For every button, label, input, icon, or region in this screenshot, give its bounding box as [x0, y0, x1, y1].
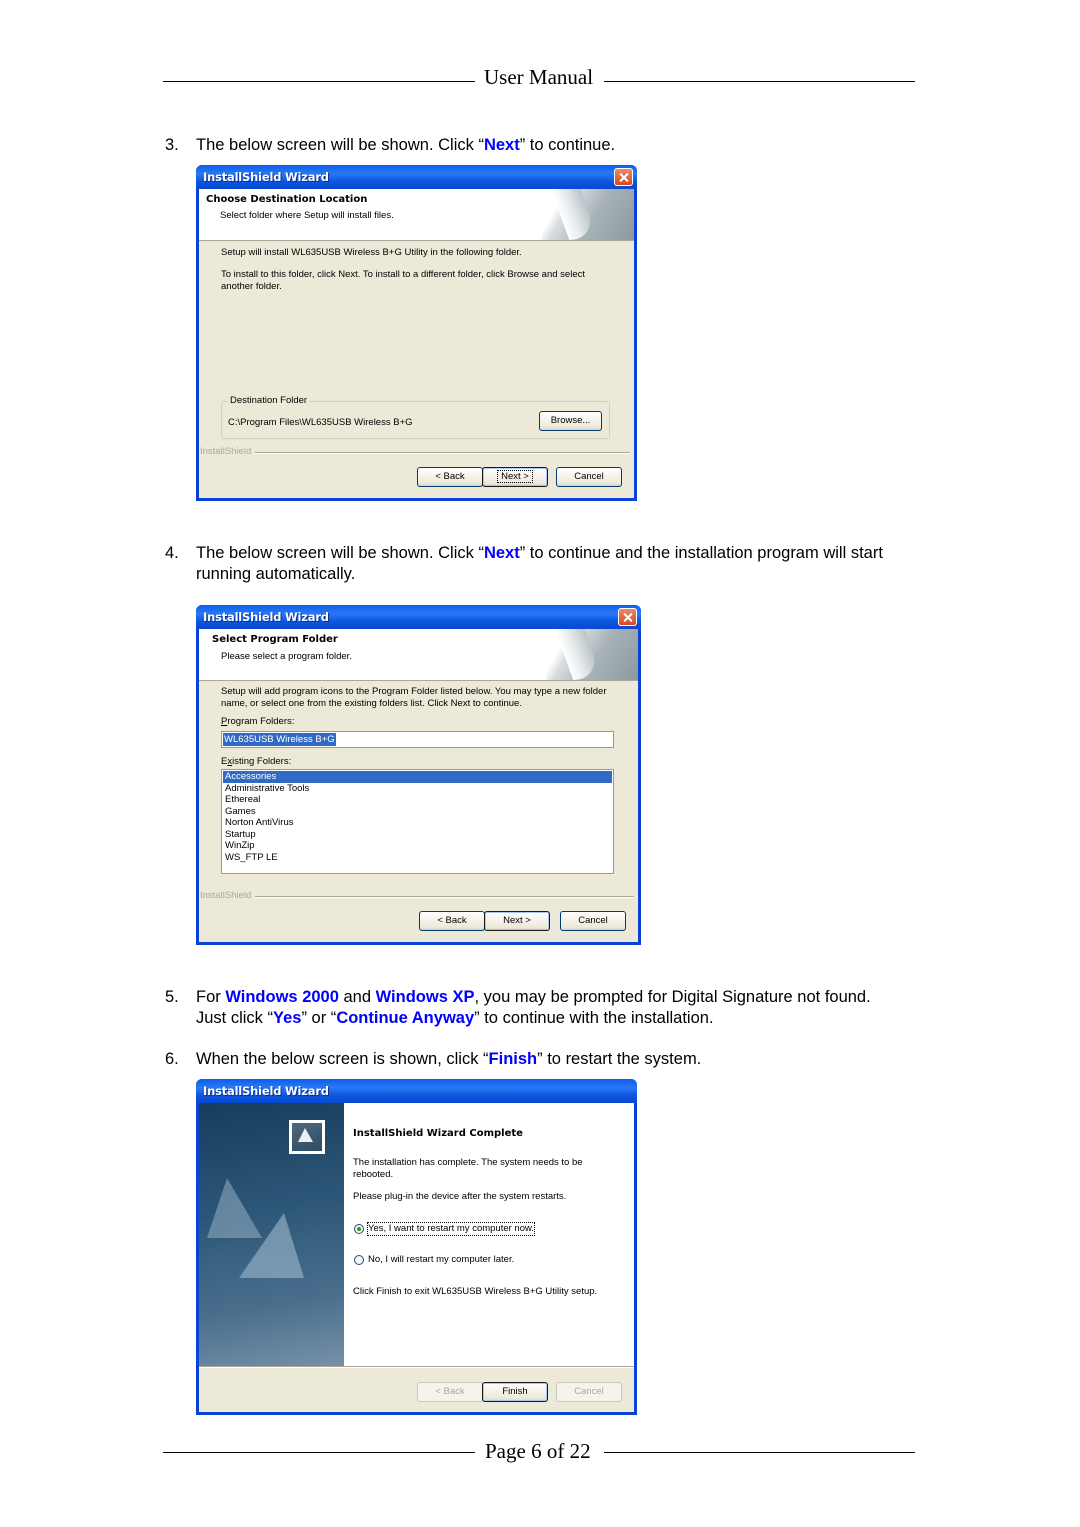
highlighted-term: Finish	[488, 1050, 538, 1068]
folder-list-item[interactable]: Norton AntiVirus	[223, 817, 612, 829]
dialog-client: Choose Destination Location Select folde…	[199, 189, 634, 498]
step-text: For Windows 2000 and Windows XP, you may…	[196, 987, 896, 1029]
step-text-segment: ” to continue.	[519, 136, 616, 154]
step-text-segment: ” or “	[301, 1009, 337, 1027]
footer-rule-left	[163, 1452, 475, 1453]
step-text: When the below screen is shown, click “F…	[196, 1049, 896, 1070]
existing-folders-list[interactable]: Accessories Administrative Tools Ethereal G…	[221, 769, 614, 874]
dialog-client: InstallShield Wizard Complete The instal…	[199, 1103, 634, 1412]
close-icon[interactable]	[618, 608, 637, 626]
step-text-segment: The below screen will be shown. Click “	[196, 544, 484, 562]
cancel-button[interactable]: Cancel	[560, 911, 626, 931]
header-subtitle: Please select a program folder.	[221, 651, 352, 662]
dialog-client: Select Program Folder Please select a pr…	[199, 629, 638, 942]
title-bar[interactable]: InstallShield Wizard	[196, 165, 637, 189]
step-text-segment: The below screen will be shown. Click “	[196, 136, 484, 154]
restart-now-radio[interactable]	[354, 1224, 364, 1234]
back-button[interactable]: < Back	[417, 467, 483, 487]
cancel-button[interactable]: Cancel	[556, 1382, 622, 1402]
program-folders-label: Program Folders:	[221, 716, 295, 727]
step-text-segment: and	[338, 988, 376, 1006]
complete-text: The installation has complete. The syste…	[353, 1157, 583, 1180]
folder-list-item[interactable]: WinZip	[223, 840, 612, 852]
step-number: 3.	[165, 136, 179, 154]
title-bar[interactable]: InstallShield Wizard	[196, 1079, 637, 1103]
program-folder-value: WL635USB Wireless B+G	[223, 733, 336, 746]
folder-list-item[interactable]: Administrative Tools	[223, 783, 612, 795]
window-title: InstallShield Wizard	[203, 1084, 329, 1098]
header-rule-right	[604, 81, 915, 82]
separator	[255, 452, 630, 454]
finish-button[interactable]: Finish	[482, 1382, 548, 1402]
folder-list-item[interactable]: Ethereal	[223, 794, 612, 806]
step-text-segment: For	[196, 988, 226, 1006]
highlighted-term: Windows 2000	[225, 988, 339, 1006]
finish-instruction-text: Click Finish to exit WL635USB Wireless B…	[353, 1286, 598, 1297]
installshield-dialog-program-folder: InstallShield Wizard Select Program Fold…	[196, 605, 641, 945]
folder-list-item[interactable]: Games	[223, 806, 612, 818]
back-button[interactable]: < Back	[417, 1382, 483, 1402]
next-button[interactable]: Next >	[484, 911, 550, 931]
page-header-title: User Manual	[484, 65, 594, 89]
window-title: InstallShield Wizard	[203, 170, 329, 184]
highlighted-term: Next	[483, 136, 520, 154]
cancel-button[interactable]: Cancel	[556, 467, 622, 487]
complete-content: InstallShield Wizard Complete The instal…	[344, 1103, 634, 1366]
restart-later-label[interactable]: No, I will restart my computer later.	[368, 1254, 514, 1266]
sail-graphic	[239, 1213, 304, 1278]
step-text: The below screen will be shown. Click “N…	[196, 135, 896, 156]
dialog-header: Select Program Folder Please select a pr…	[199, 629, 638, 681]
separator	[255, 896, 634, 898]
back-button[interactable]: < Back	[419, 911, 485, 931]
step-number: 5.	[165, 988, 179, 1006]
install-info-text: Setup will install WL635USB Wireless B+G…	[221, 247, 522, 258]
footer-rule-right	[604, 1452, 915, 1453]
program-folder-description: Setup will add program icons to the Prog…	[221, 686, 607, 709]
header-subtitle: Select folder where Setup will install f…	[220, 210, 394, 221]
destination-folder-group: Destination Folder C:\Program Files\WL63…	[221, 395, 610, 439]
plugin-text: Please plug-in the device after the syst…	[353, 1191, 567, 1202]
complete-heading: InstallShield Wizard Complete	[353, 1128, 523, 1139]
install-instructions-text: To install to this folder, click Next. T…	[221, 269, 585, 292]
group-label: Destination Folder	[228, 395, 310, 406]
folder-list-item[interactable]: Startup	[223, 829, 612, 841]
destination-path: C:\Program Files\WL635USB Wireless B+G	[228, 417, 413, 428]
restart-later-radio[interactable]	[354, 1255, 364, 1265]
dialog-header: Choose Destination Location Select folde…	[199, 189, 634, 241]
page-curl-graphic	[542, 189, 634, 240]
installshield-logo-icon	[289, 1120, 325, 1154]
wizard-side-graphic	[199, 1103, 344, 1366]
arc-graphic	[199, 1278, 344, 1366]
highlighted-term: Yes	[273, 1009, 302, 1027]
title-bar[interactable]: InstallShield Wizard	[196, 605, 641, 629]
existing-folders-label: Existing Folders:	[221, 756, 292, 767]
close-icon[interactable]	[614, 168, 633, 186]
page-curl-graphic	[546, 629, 638, 680]
browse-button[interactable]: Browse...	[539, 411, 602, 431]
installshield-brand: InstallShield	[200, 890, 252, 901]
installshield-brand: InstallShield	[200, 446, 252, 457]
highlighted-term: Windows XP	[375, 988, 475, 1006]
step-text-segment: ” to continue with the installation.	[474, 1009, 714, 1027]
step-number: 4.	[165, 544, 179, 562]
highlighted-term: Next	[483, 544, 520, 562]
window-title: InstallShield Wizard	[203, 610, 329, 624]
separator	[199, 1366, 634, 1368]
step-text-segment: When the below screen is shown, click “	[196, 1050, 489, 1068]
folder-list-item[interactable]: WS_FTP LE	[223, 852, 612, 864]
folder-list-item[interactable]: Accessories	[223, 771, 612, 783]
header-rule-left	[163, 81, 475, 82]
header-title: Choose Destination Location	[206, 194, 368, 205]
step-number: 6.	[165, 1050, 179, 1068]
header-title: Select Program Folder	[212, 634, 338, 645]
installshield-dialog-destination: InstallShield Wizard Choose Destination …	[196, 165, 637, 501]
page-number: Page 6 of 22	[485, 1439, 591, 1463]
program-folder-input[interactable]: WL635USB Wireless B+G	[221, 731, 614, 748]
step-text-segment: ” to restart the system.	[537, 1050, 702, 1068]
step-text: The below screen will be shown. Click “N…	[196, 543, 896, 585]
highlighted-term: Continue Anyway	[336, 1009, 475, 1027]
installshield-dialog-complete: InstallShield Wizard InstallShield Wizar…	[196, 1079, 637, 1415]
restart-now-label[interactable]: Yes, I want to restart my computer now.	[367, 1222, 535, 1236]
next-button[interactable]: Next >	[482, 467, 548, 487]
